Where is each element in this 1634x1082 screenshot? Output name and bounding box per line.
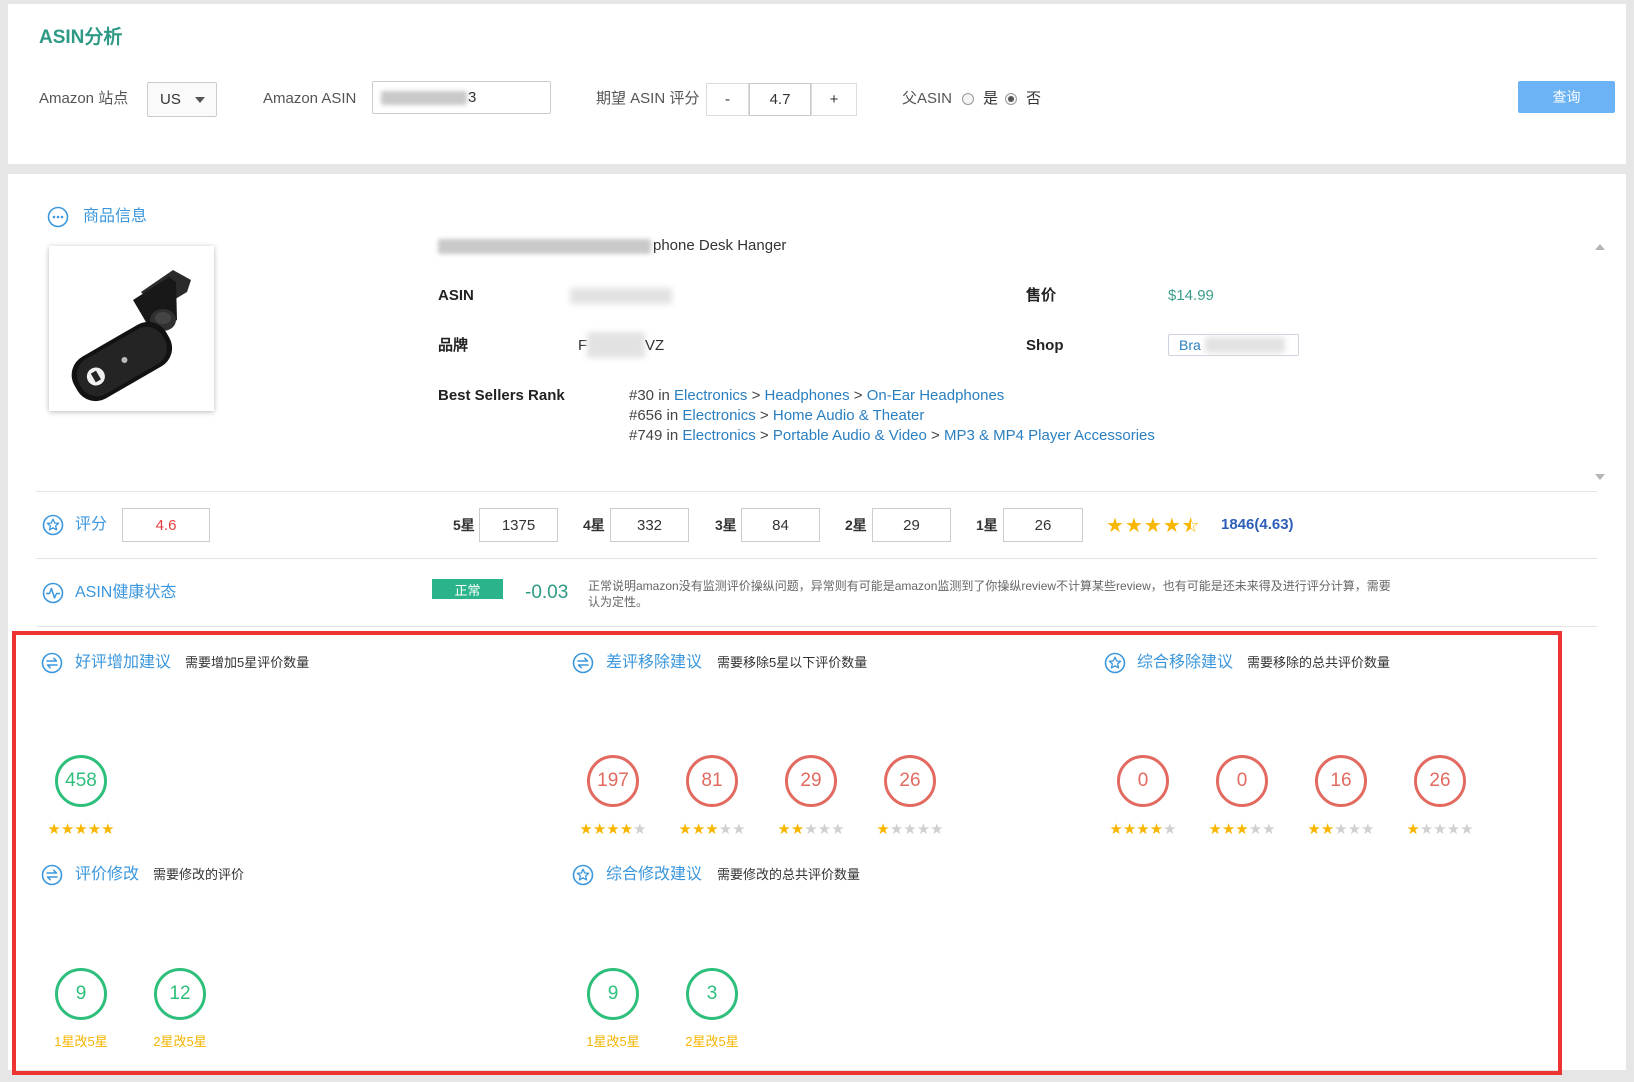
site-select[interactable]: US (147, 82, 217, 117)
parent-asin-yes-label[interactable]: 是 (983, 89, 998, 109)
average-rating-stars: ★★★★☆★ (1106, 513, 1201, 537)
rating-decrement-button[interactable]: - (706, 83, 749, 116)
star-count-label: 2星 (845, 517, 867, 533)
target-rating-label: 期望 ASIN 评分 (596, 90, 700, 107)
rank-separator: > (759, 427, 769, 444)
rank-line: #656 in Electronics > Home Audio & Theat… (629, 406, 924, 426)
product-photo (71, 270, 191, 402)
rank-category-link[interactable]: Electronics (682, 427, 755, 444)
target-rating-input[interactable]: 4.7 (749, 83, 811, 116)
health-delta: -0.03 (525, 582, 569, 603)
star-count-value: 29 (872, 508, 951, 542)
star-count-label: 4星 (583, 517, 605, 533)
rating-value: 4.6 (122, 508, 210, 542)
rank-category-link[interactable]: Electronics (674, 387, 747, 404)
price-value: $14.99 (1168, 287, 1214, 304)
asin-input[interactable]: 3 (372, 81, 551, 114)
caret-down-icon (195, 97, 205, 103)
asin-label: Amazon ASIN (263, 90, 357, 107)
star-count-value: 26 (1003, 508, 1083, 542)
parent-asin-yes-radio[interactable] (962, 93, 974, 105)
scroll-up-icon[interactable] (1595, 244, 1605, 250)
site-select-value: US (160, 91, 181, 108)
star-filled-icon: ★ (1143, 513, 1163, 537)
redacted-shop (1205, 337, 1285, 353)
divider (36, 626, 1597, 627)
star-count-label: 1星 (976, 517, 998, 533)
price-label: 售价 (1026, 287, 1057, 304)
query-button[interactable]: 查询 (1518, 81, 1615, 113)
page-title: ASIN分析 (39, 27, 123, 48)
more-dots-icon (47, 206, 69, 228)
star-half-icon: ☆★ (1181, 513, 1201, 537)
rank-category-link[interactable]: Electronics (682, 407, 755, 424)
search-panel: ASIN分析 Amazon 站点 US Amazon ASIN 3 期望 ASI… (8, 4, 1626, 164)
star-filled-icon: ★ (1162, 513, 1182, 537)
product-title: phone Desk Hanger (653, 237, 787, 254)
highlight-rectangle (12, 631, 1562, 1075)
rank-category-link[interactable]: MP3 & MP4 Player Accessories (944, 427, 1155, 444)
product-info-title: 商品信息 (83, 208, 148, 225)
rating-summary: 1846(4.63) (1221, 516, 1294, 533)
star-half-fill: ★ (1182, 513, 1191, 537)
rank-separator: > (931, 427, 940, 444)
divider (36, 491, 1597, 492)
parent-asin-no-radio[interactable] (1005, 93, 1017, 105)
rank-position: #30 in (629, 387, 670, 404)
scroll-down-icon[interactable] (1595, 474, 1605, 480)
rank-position: #656 in (629, 407, 679, 424)
rating-increment-button[interactable]: + (811, 83, 857, 116)
health-label: ASIN健康状态 (75, 584, 177, 601)
rank-position: #749 in (629, 427, 679, 444)
asin-input-value: 3 (468, 89, 477, 106)
brand-value-suffix: VZ (645, 337, 665, 354)
asin-field-label: ASIN (438, 287, 474, 304)
redacted-asin (381, 91, 467, 105)
rank-category-link[interactable]: Portable Audio & Video (773, 427, 927, 444)
rank-separator: > (751, 387, 761, 404)
star-count-label: 3星 (715, 517, 737, 533)
star-count-value: 1375 (479, 508, 558, 542)
star-count-value: 332 (610, 508, 689, 542)
redacted-asin-value (570, 288, 672, 304)
rank-category-link[interactable]: Headphones (765, 387, 850, 404)
rank-separator: > (759, 407, 769, 424)
site-label: Amazon 站点 (39, 90, 129, 107)
star-count-value: 84 (741, 508, 820, 542)
health-description: 正常说明amazon没有监测评价操纵问题，异常则有可能是amazon监测到了你操… (588, 579, 1391, 609)
brand-label: 品牌 (438, 337, 469, 354)
divider (36, 558, 1597, 559)
redacted-brand (587, 332, 645, 358)
parent-asin-no-label[interactable]: 否 (1026, 89, 1041, 109)
rank-category-link[interactable]: Home Audio & Theater (773, 407, 924, 424)
parent-asin-label: 父ASIN (902, 90, 953, 107)
brand-value-prefix: F (578, 337, 588, 354)
star-count-label: 5星 (453, 517, 475, 533)
shop-link[interactable]: Bra (1168, 334, 1299, 356)
rank-separator: > (853, 387, 863, 404)
rating-label: 评分 (75, 516, 108, 533)
rank-line: #30 in Electronics > Headphones > On-Ear… (629, 386, 1004, 406)
pulse-icon (42, 582, 64, 604)
shop-value: Bra (1179, 337, 1201, 353)
rank-line: #749 in Electronics > Portable Audio & V… (629, 426, 1155, 446)
rank-category-link[interactable]: On-Ear Headphones (867, 387, 1005, 404)
shop-label: Shop (1026, 337, 1064, 354)
star-filled-icon: ★ (1106, 513, 1125, 537)
bsr-label: Best Sellers Rank (438, 387, 565, 404)
star-icon (42, 514, 64, 536)
redacted-title (438, 239, 651, 254)
star-filled-icon: ★ (1124, 513, 1144, 537)
product-image (49, 246, 214, 411)
health-status-badge: 正常 (432, 579, 503, 599)
